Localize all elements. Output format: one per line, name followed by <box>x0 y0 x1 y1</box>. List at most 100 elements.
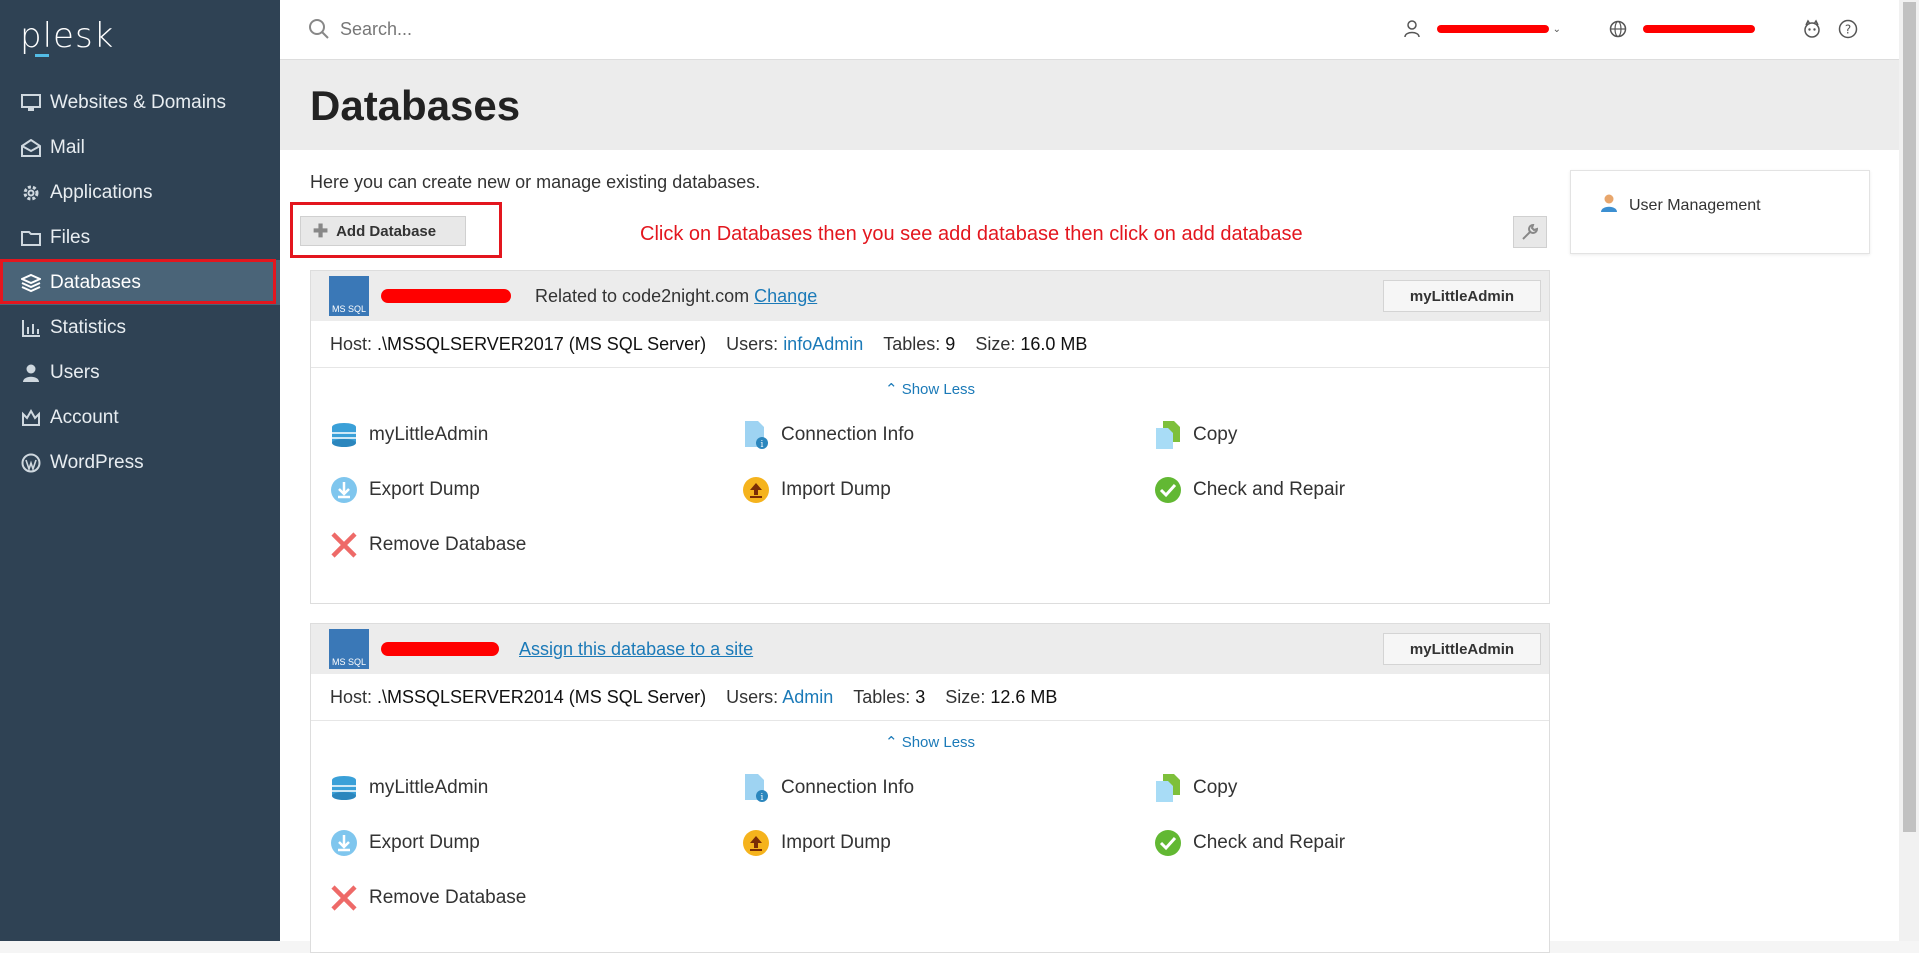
page-header: Databases <box>280 60 1899 150</box>
action-label: Check and Repair <box>1193 832 1346 853</box>
advisor-icon[interactable] <box>1801 18 1823 40</box>
size-value: 16.0 MB <box>1020 333 1088 354</box>
user-icon[interactable] <box>1401 18 1423 40</box>
action-remove-database[interactable]: Remove Database <box>329 883 526 913</box>
svg-text:i: i <box>761 440 764 450</box>
size-value: 12.6 MB <box>990 686 1058 707</box>
sidebar-item-applications[interactable]: Applications <box>0 170 280 215</box>
mssql-icon: MS SQL <box>329 629 369 669</box>
mylittleadmin-button[interactable]: myLittleAdmin <box>1383 633 1541 665</box>
copy-icon <box>1153 420 1183 450</box>
folder-icon <box>20 227 42 249</box>
plesk-logo[interactable]: plesk <box>20 16 114 56</box>
tables-value: 3 <box>915 686 926 707</box>
database-name-redacted[interactable] <box>381 642 499 656</box>
database-card-header: MS SQL Assign this database to a site my… <box>311 624 1549 674</box>
action-export-dump[interactable]: Export Dump <box>329 828 480 858</box>
action-check-repair[interactable]: Check and Repair <box>1153 475 1345 505</box>
database-actions: myLittleAdmin i Connection Info Copy Exp… <box>311 412 1549 577</box>
users-label: Users: <box>726 333 779 354</box>
database-icon <box>329 420 359 450</box>
database-card-header: MS SQL Related to code2night.com Change … <box>311 271 1549 321</box>
action-label: Connection Info <box>781 424 915 445</box>
sidebar-item-users[interactable]: Users <box>0 350 280 395</box>
export-dump-icon <box>329 475 359 505</box>
action-copy[interactable]: Copy <box>1153 773 1237 803</box>
action-mylittleadmin[interactable]: myLittleAdmin <box>329 420 488 450</box>
logo-accent <box>35 54 49 57</box>
related-label: Related to code2night.com <box>535 285 750 306</box>
action-label: Connection Info <box>781 777 915 798</box>
host-label: Host: <box>330 686 373 707</box>
copy-icon <box>1153 773 1183 803</box>
import-dump-icon <box>741 828 771 858</box>
export-dump-icon <box>329 828 359 858</box>
user-icon <box>1599 193 1619 218</box>
scroll-thumb[interactable] <box>1903 2 1916 832</box>
sidebar-panel: User Management <box>1570 170 1870 254</box>
sidebar-item-wordpress[interactable]: WordPress <box>0 440 280 485</box>
connection-info-icon: i <box>741 420 771 450</box>
host-info: Host: .\MSSQLSERVER2014 (MS SQL Server) <box>330 687 706 708</box>
database-card: MS SQL Assign this database to a site my… <box>310 623 1550 953</box>
mylittleadmin-button[interactable]: myLittleAdmin <box>1383 280 1541 312</box>
page-intro: Here you can create new or manage existi… <box>310 172 761 192</box>
sidebar-item-label: Files <box>50 226 91 248</box>
sidebar-item-label: Account <box>50 406 119 428</box>
page-scrollbar[interactable] <box>1899 0 1919 941</box>
sidebar-item-files[interactable]: Files <box>0 215 280 260</box>
page-title: Databases <box>310 82 521 129</box>
user-icon <box>20 362 42 384</box>
add-database-button[interactable]: ✚ Add Database <box>300 216 466 246</box>
search-box[interactable]: Search... <box>308 18 412 40</box>
action-connection-info[interactable]: i Connection Info <box>741 420 914 450</box>
main-content: Here you can create new or manage existi… <box>280 150 1899 953</box>
top-bar: Search... ⌄ ? <box>280 0 1899 60</box>
action-copy[interactable]: Copy <box>1153 420 1237 450</box>
svg-text:?: ? <box>1845 23 1851 37</box>
show-less-label: Show Less <box>901 381 976 398</box>
action-export-dump[interactable]: Export Dump <box>329 475 480 505</box>
sidebar-item-statistics[interactable]: Statistics <box>0 305 280 350</box>
action-mylittleadmin[interactable]: myLittleAdmin <box>329 773 488 803</box>
action-check-repair[interactable]: Check and Repair <box>1153 828 1345 858</box>
action-label: Check and Repair <box>1193 479 1346 500</box>
monitor-icon <box>20 92 42 114</box>
sidebar-item-mail[interactable]: Mail <box>0 125 280 170</box>
tools-button[interactable] <box>1513 216 1547 248</box>
search-input[interactable]: Search... <box>340 19 412 40</box>
help-icon[interactable]: ? <box>1837 18 1859 40</box>
change-link[interactable]: Change <box>754 286 817 306</box>
tables-info: Tables: 9 <box>883 334 955 355</box>
show-less-toggle[interactable]: ⌃ Show Less <box>311 721 1549 765</box>
action-connection-info[interactable]: i Connection Info <box>741 773 914 803</box>
subscription-name-redacted[interactable] <box>1643 25 1755 33</box>
action-import-dump[interactable]: Import Dump <box>741 475 891 505</box>
sidebar-item-websites-domains[interactable]: Websites & Domains <box>0 80 280 125</box>
sidebar-item-account[interactable]: Account <box>0 395 280 440</box>
user-management-link[interactable]: User Management <box>1599 193 1761 218</box>
account-name-redacted[interactable] <box>1436 25 1549 33</box>
related-text: Related to code2night.com Change <box>535 286 817 307</box>
database-name-redacted[interactable] <box>381 289 511 303</box>
chevron-down-icon[interactable]: ⌄ <box>1553 24 1561 35</box>
crown-icon <box>20 407 42 429</box>
assign-site-link[interactable]: Assign this database to a site <box>519 639 753 660</box>
show-less-toggle[interactable]: ⌃ Show Less <box>311 368 1549 412</box>
database-icon <box>329 773 359 803</box>
import-dump-icon <box>741 475 771 505</box>
users-link[interactable]: Admin <box>782 687 833 707</box>
sidebar-item-databases[interactable]: Databases <box>0 259 280 305</box>
action-label: myLittleAdmin <box>369 777 489 798</box>
action-label: Copy <box>1193 777 1238 798</box>
tables-label: Tables: <box>853 686 911 707</box>
users-link[interactable]: infoAdmin <box>783 334 863 354</box>
chevron-up-icon: ⌃ <box>884 381 898 398</box>
database-card: MS SQL Related to code2night.com Change … <box>310 270 1550 604</box>
action-remove-database[interactable]: Remove Database <box>329 530 526 560</box>
layers-icon <box>20 272 42 294</box>
action-label: Import Dump <box>781 479 891 500</box>
action-import-dump[interactable]: Import Dump <box>741 828 891 858</box>
user-management-label: User Management <box>1629 196 1761 214</box>
globe-icon[interactable] <box>1607 18 1629 40</box>
